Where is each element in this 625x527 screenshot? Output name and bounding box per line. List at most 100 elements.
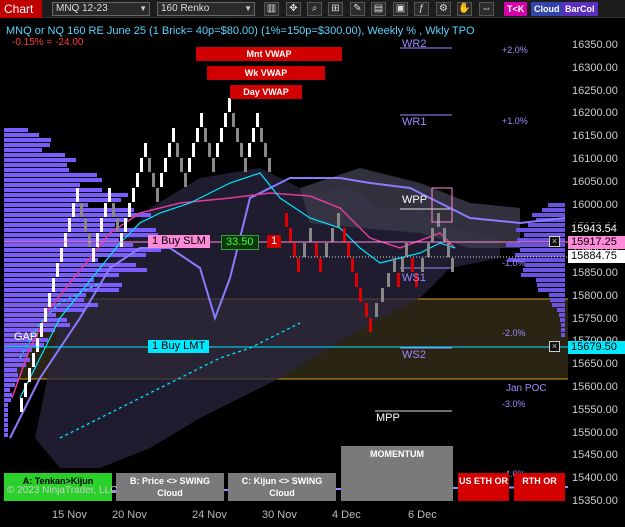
renko-brick	[40, 323, 43, 337]
cancel-slm-order-button[interactable]: ×	[549, 236, 560, 247]
renko-brick	[451, 258, 454, 272]
renko-brick	[104, 203, 107, 217]
profile-bar	[4, 223, 115, 227]
profile-bar	[552, 303, 565, 307]
renko-brick	[427, 243, 430, 257]
profile-bar	[4, 238, 119, 242]
renko-brick	[297, 258, 300, 272]
wk-vwap-button[interactable]: Wk VWAP	[207, 66, 325, 80]
renko-brick	[96, 233, 99, 247]
renko-brick	[264, 143, 267, 157]
zoom-icon[interactable]: ⌕	[307, 2, 322, 16]
renko-brick	[84, 218, 87, 232]
strategies-icon[interactable]: ⚙	[436, 2, 451, 16]
buy-slm-value[interactable]: 33.50	[221, 235, 259, 250]
renko-brick	[285, 213, 288, 227]
price-flag-15679: 15679.50	[568, 341, 625, 354]
profile-bar	[561, 328, 565, 332]
profile-bar	[4, 293, 86, 297]
renko-brick	[325, 243, 328, 257]
time-tick-label: 30 Nov	[262, 509, 297, 521]
hand-icon[interactable]: ✋	[457, 2, 472, 16]
renko-brick	[252, 128, 255, 142]
profile-bar	[4, 163, 67, 167]
profile-bar	[515, 253, 565, 257]
renko-brick	[180, 158, 183, 172]
bar-chart-icon[interactable]: ▥	[264, 2, 279, 16]
chart-change: -0.15% = -24.00	[12, 37, 84, 48]
chart-panel[interactable]: MNQ or NQ 160 RE June 25 (1 Brick= 40p=$…	[0, 18, 625, 527]
profile-bar	[4, 378, 18, 382]
chart-window-title[interactable]: Chart	[0, 0, 42, 18]
renko-brick	[188, 158, 191, 172]
profile-bar	[4, 138, 51, 142]
renko-brick	[331, 228, 334, 242]
renko-brick	[200, 113, 203, 127]
profile-bar	[4, 408, 8, 412]
buy-lmt-order-tag[interactable]: 1 Buy LMT	[148, 340, 210, 353]
profile-bar	[4, 418, 8, 422]
profile-bar	[4, 178, 102, 182]
renko-brick	[375, 303, 378, 317]
renko-brick	[144, 143, 147, 157]
price-tick-label: 15650.00	[572, 358, 618, 371]
renko-brick	[397, 273, 400, 287]
buy-slm-qty[interactable]: 1	[267, 235, 282, 248]
renko-brick	[112, 203, 115, 217]
price-tick-label: 16350.00	[572, 39, 618, 51]
crosshair-icon[interactable]: ✥	[286, 2, 301, 16]
price-tick-label: 15550.00	[572, 403, 618, 416]
renko-brick	[184, 173, 187, 187]
renko-brick	[309, 228, 312, 242]
instrument-selector[interactable]: MNQ 12-23 ▼	[52, 2, 150, 16]
kijun-swing-cloud-button[interactable]: C: Kijun <> SWING Cloud	[228, 473, 336, 501]
renko-brick	[108, 188, 111, 202]
profile-bar	[4, 388, 10, 392]
day-vwap-button[interactable]: Day VWAP	[230, 85, 302, 99]
barcol-toggle-button[interactable]: BarCol	[562, 2, 598, 16]
momentum-button[interactable]: MOMENTUM	[341, 446, 453, 501]
renko-brick	[64, 233, 67, 247]
profile-bar	[4, 398, 11, 402]
buy-slm-order-tag[interactable]: 1 Buy SLM	[148, 235, 210, 248]
chart-trader-icon[interactable]: ⇔	[479, 2, 494, 16]
bar-type-selector[interactable]: 160 Renko ▼	[157, 2, 255, 16]
renko-brick	[216, 143, 219, 157]
indicators-icon[interactable]: ƒ	[414, 2, 429, 16]
price-tick-label: 15800.00	[572, 289, 618, 302]
price-tick-label: 15600.00	[572, 381, 618, 393]
tk-toggle-button[interactable]: T<K	[504, 2, 528, 16]
pencil-draw-icon[interactable]: ✎	[350, 2, 365, 16]
kijun-swing-cloud-label: Cloud	[269, 488, 295, 498]
profile-bar	[4, 233, 158, 237]
price-tick-label: 15450.00	[572, 449, 618, 462]
renko-brick	[319, 258, 322, 272]
profile-bar	[4, 158, 76, 162]
profile-bar	[4, 288, 119, 292]
template-icon[interactable]: ▤	[371, 2, 386, 16]
profile-bar	[4, 128, 28, 132]
renko-brick	[268, 158, 271, 172]
profile-bar	[4, 318, 67, 322]
profile-bar	[560, 318, 565, 322]
rth-or-button[interactable]: RTH OR	[514, 473, 565, 501]
renko-brick	[369, 318, 372, 332]
time-tick-label: 4 Dec	[332, 509, 361, 521]
renko-brick	[293, 243, 296, 257]
renko-brick	[220, 128, 223, 142]
renko-brick	[256, 113, 259, 127]
cancel-lmt-order-button[interactable]: ×	[549, 341, 560, 352]
mnt-vwap-button[interactable]: Mnt VWAP	[196, 47, 342, 61]
properties-icon[interactable]: ⊞	[328, 2, 343, 16]
price-chart-canvas[interactable]	[0, 18, 625, 527]
kijun-swing-label: C: Kijun <> SWING	[241, 476, 323, 486]
profile-bar	[4, 348, 32, 352]
cloud-toggle-button[interactable]: Cloud	[531, 2, 563, 16]
profile-bar	[548, 203, 565, 207]
us-eth-or-button[interactable]: US ETH OR	[458, 473, 509, 501]
screenshot-icon[interactable]: ▣	[393, 2, 408, 16]
price-tick-label: 16000.00	[572, 198, 618, 211]
price-swing-cloud-button[interactable]: B: Price <> SWING Cloud	[116, 473, 224, 501]
renko-brick	[44, 308, 47, 322]
profile-bar	[4, 373, 18, 377]
